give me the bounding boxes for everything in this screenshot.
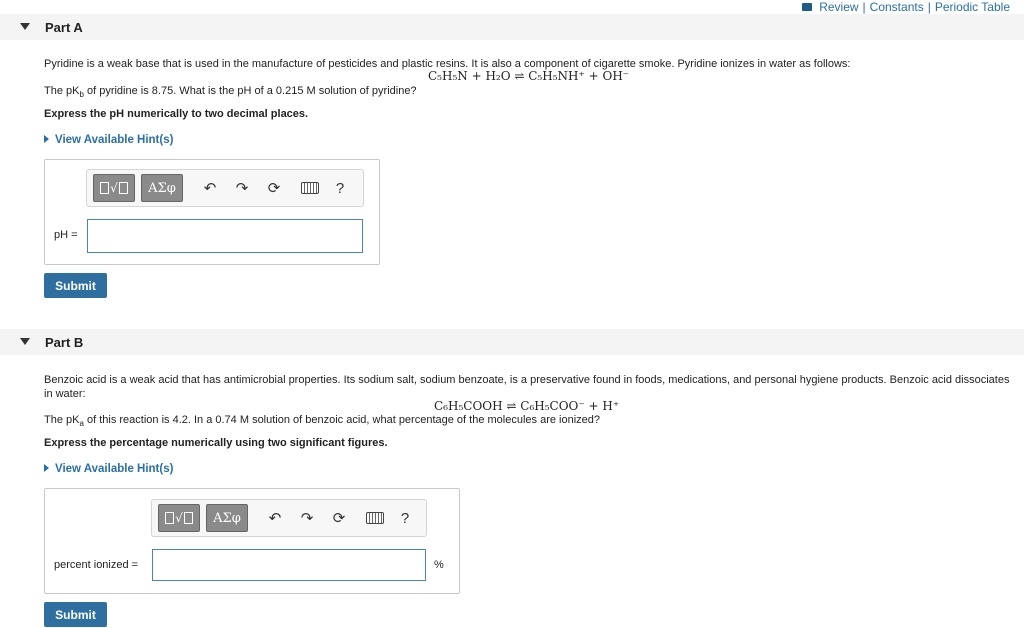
top-links: Review | Constants | Periodic Table — [802, 0, 1010, 14]
help-icon[interactable]: ? — [394, 507, 416, 529]
part-b-hint-toggle[interactable]: View Available Hint(s) — [44, 463, 173, 475]
part-b-intro: Benzoic acid is a weak acid that has ant… — [44, 374, 1010, 400]
part-b-submit-button[interactable]: Submit — [44, 602, 107, 627]
undo-icon[interactable]: ↶ — [199, 177, 221, 199]
part-a-header[interactable]: Part A — [0, 14, 1024, 40]
reset-icon[interactable]: ⟳ — [328, 507, 350, 529]
ph-input[interactable] — [87, 219, 363, 253]
part-a-question: The pKb of pyridine is 8.75. What is the… — [44, 85, 417, 100]
part-b-math-toolbar: √ ΑΣφ ↶ ↷ ⟳ ? — [151, 499, 427, 537]
part-a-submit-button[interactable]: Submit — [44, 273, 107, 298]
caret-right-icon — [44, 135, 49, 143]
part-a-math-toolbar: √ ΑΣφ ↶ ↷ ⟳ ? — [86, 169, 364, 207]
caret-right-icon — [44, 464, 49, 472]
greek-symbols-button[interactable]: ΑΣφ — [206, 504, 248, 532]
templates-button[interactable]: √ — [93, 174, 135, 202]
percent-ionized-input[interactable] — [152, 549, 426, 581]
part-b-equation: C₆H₅COOH ⇌ C₆H₅COO⁻ + H⁺ — [434, 399, 620, 413]
reset-icon[interactable]: ⟳ — [263, 177, 285, 199]
keyboard-icon[interactable] — [299, 177, 321, 199]
percent-unit: % — [434, 559, 444, 571]
greek-symbols-button[interactable]: ΑΣφ — [141, 174, 183, 202]
part-b-question: The pKa of this reaction is 4.2. In a 0.… — [44, 414, 601, 429]
part-a-equation: C₅H₅N + H₂O ⇌ C₅H₅NH⁺ + OH⁻ — [428, 69, 630, 83]
redo-icon[interactable]: ↷ — [231, 177, 253, 199]
redo-icon[interactable]: ↷ — [296, 507, 318, 529]
part-b-header[interactable]: Part B — [0, 329, 1024, 355]
part-b-title: Part B — [45, 335, 84, 350]
part-b-instruction: Express the percentage numerically using… — [44, 437, 388, 449]
review-link[interactable]: Review — [819, 0, 858, 14]
book-icon — [802, 3, 813, 11]
constants-link[interactable]: Constants — [870, 0, 924, 14]
collapse-triangle-icon[interactable] — [20, 23, 30, 30]
undo-icon[interactable]: ↶ — [264, 507, 286, 529]
help-icon[interactable]: ? — [329, 177, 351, 199]
part-a-hint-toggle[interactable]: View Available Hint(s) — [44, 134, 173, 146]
ph-label: pH = — [54, 229, 78, 241]
collapse-triangle-icon[interactable] — [20, 338, 30, 345]
templates-button[interactable]: √ — [158, 504, 200, 532]
periodic-table-link[interactable]: Periodic Table — [935, 0, 1010, 14]
part-a-title: Part A — [45, 20, 83, 35]
part-a-instruction: Express the pH numerically to two decima… — [44, 108, 309, 120]
percent-ionized-label: percent ionized = — [54, 559, 139, 571]
keyboard-icon[interactable] — [364, 507, 386, 529]
